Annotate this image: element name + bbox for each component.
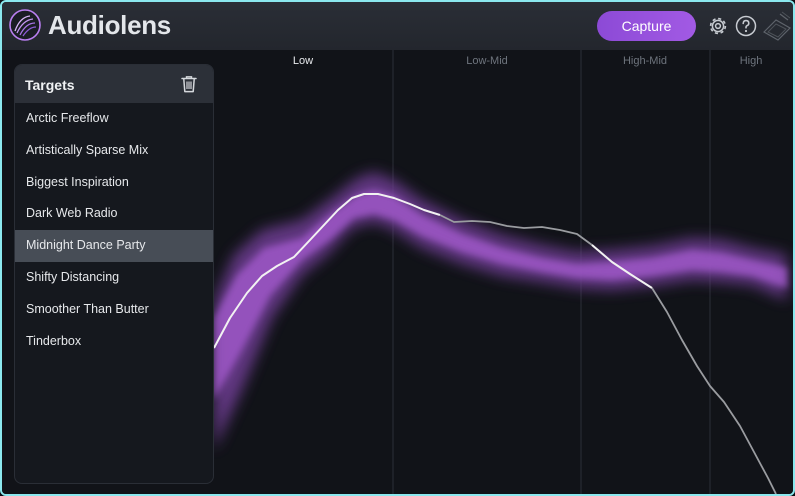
targets-header: Targets — [15, 65, 213, 103]
target-item-midnight-dance-party[interactable]: Midnight Dance Party — [15, 230, 213, 262]
header-bar: Audiolens Capture — [2, 2, 793, 51]
target-item-dark-web-radio[interactable]: Dark Web Radio — [15, 198, 213, 230]
targets-panel: Targets Arctic Freeflow Artistically Spa… — [14, 64, 214, 484]
target-item-arctic-freeflow[interactable]: Arctic Freeflow — [15, 103, 213, 135]
plugin-mark-icon — [763, 11, 791, 41]
target-item-shifty-distancing[interactable]: Shifty Distancing — [15, 262, 213, 294]
trash-icon[interactable] — [179, 74, 199, 94]
band-label-low-mid[interactable]: Low-Mid — [466, 55, 508, 67]
help-icon[interactable] — [734, 14, 758, 38]
target-range-band — [214, 172, 787, 450]
targets-title: Targets — [25, 77, 75, 93]
target-item-artistically-sparse-mix[interactable]: Artistically Sparse Mix — [15, 135, 213, 167]
target-item-smoother-than-butter[interactable]: Smoother Than Butter — [15, 294, 213, 326]
audiolens-logo-icon — [9, 9, 41, 41]
capture-button[interactable]: Capture — [597, 11, 696, 41]
band-label-high-mid[interactable]: High-Mid — [623, 55, 667, 67]
target-list: Arctic Freeflow Artistically Sparse Mix … — [15, 103, 213, 357]
app-title: Audiolens — [48, 10, 171, 40]
band-label-low[interactable]: Low — [293, 55, 313, 67]
audiolens-window: Audiolens Capture Low Low-Mid High-Mid H… — [0, 0, 795, 496]
target-item-tinderbox[interactable]: Tinderbox — [15, 326, 213, 358]
captured-spectrum-curve-rolloff — [651, 287, 777, 494]
gear-icon[interactable] — [706, 14, 730, 38]
target-item-biggest-inspiration[interactable]: Biggest Inspiration — [15, 167, 213, 199]
band-label-high[interactable]: High — [740, 55, 763, 67]
